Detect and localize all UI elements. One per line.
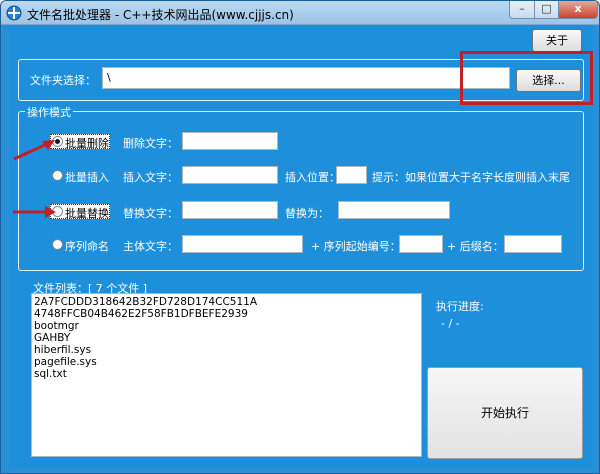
start-button[interactable]: 开始执行 xyxy=(427,367,583,459)
insert-text-label: 插入文字： xyxy=(123,171,178,184)
sequence-main-label: 主体文字： xyxy=(123,240,178,253)
app-icon xyxy=(6,5,22,21)
sequence-start-input[interactable] xyxy=(399,235,443,253)
annotation-arrow-icon xyxy=(13,206,56,218)
window-title: 文件名批处理器 - C++技术网出品(www.cjjjs.cn) xyxy=(27,8,294,22)
replace-with-label: 替换为： xyxy=(285,207,329,220)
radio-batch-delete-label[interactable]: 批量删除 xyxy=(65,135,109,151)
maximize-button[interactable]: □ xyxy=(534,1,559,19)
annotation-arrow-icon xyxy=(13,140,55,161)
about-button[interactable]: 关于 xyxy=(532,29,582,52)
delete-text-label: 删除文字： xyxy=(123,137,178,150)
title-bar[interactable]: 文件名批处理器 - C++技术网出品(www.cjjjs.cn) – □ x xyxy=(1,1,599,25)
insert-hint: 提示：如果位置大于名字长度则插入末尾 xyxy=(372,171,570,184)
radio-sequence-naming-label[interactable]: 序列命名 xyxy=(65,238,109,254)
close-button[interactable]: x xyxy=(558,1,598,19)
progress-value: - / - xyxy=(441,317,460,330)
app-window: 文件名批处理器 - C++技术网出品(www.cjjjs.cn) – □ x 关… xyxy=(0,0,600,474)
list-item[interactable]: sql.txt xyxy=(34,368,419,380)
sequence-main-input[interactable] xyxy=(182,235,303,253)
insert-position-input[interactable] xyxy=(336,166,367,184)
radio-batch-replace-label[interactable]: 批量替换 xyxy=(65,205,109,221)
replace-with-input[interactable] xyxy=(338,201,450,219)
minimize-button[interactable]: – xyxy=(509,1,535,19)
sequence-suffix-label: + 后缀名： xyxy=(447,240,504,253)
sequence-start-label: + 序列起始编号： xyxy=(311,240,401,253)
list-item[interactable]: GAHBY xyxy=(34,332,419,344)
mode-legend: 操作模式 xyxy=(25,104,73,120)
list-item[interactable]: bootmgr xyxy=(34,320,419,332)
list-item[interactable]: hiberfil.sys xyxy=(34,344,419,356)
progress-label: 执行进度: xyxy=(436,300,484,313)
annotation-highlight-box xyxy=(460,51,593,105)
folder-label: 文件夹选择： xyxy=(30,74,96,87)
radio-batch-insert[interactable] xyxy=(52,170,63,181)
radio-batch-insert-label[interactable]: 批量插入 xyxy=(65,169,109,185)
replace-text-label: 替换文字： xyxy=(123,207,178,220)
radio-sequence-naming[interactable] xyxy=(52,239,63,250)
sequence-suffix-input[interactable] xyxy=(504,235,562,253)
insert-position-label: 插入位置： xyxy=(285,171,340,184)
delete-text-input[interactable] xyxy=(182,132,278,150)
list-item[interactable]: 4748FFCB04B462E2F58FB1DFBEFE2939 xyxy=(34,308,419,320)
list-item[interactable]: 2A7FCDDD318642B32FD728D174CC511A xyxy=(34,296,419,308)
insert-text-input[interactable] xyxy=(182,166,278,184)
replace-text-input[interactable] xyxy=(182,201,278,219)
file-list[interactable]: 2A7FCDDD318642B32FD728D174CC511A 4748FFC… xyxy=(31,293,422,457)
list-item[interactable]: pagefile.sys xyxy=(34,356,419,368)
folder-path-input[interactable]: \ xyxy=(102,67,510,89)
